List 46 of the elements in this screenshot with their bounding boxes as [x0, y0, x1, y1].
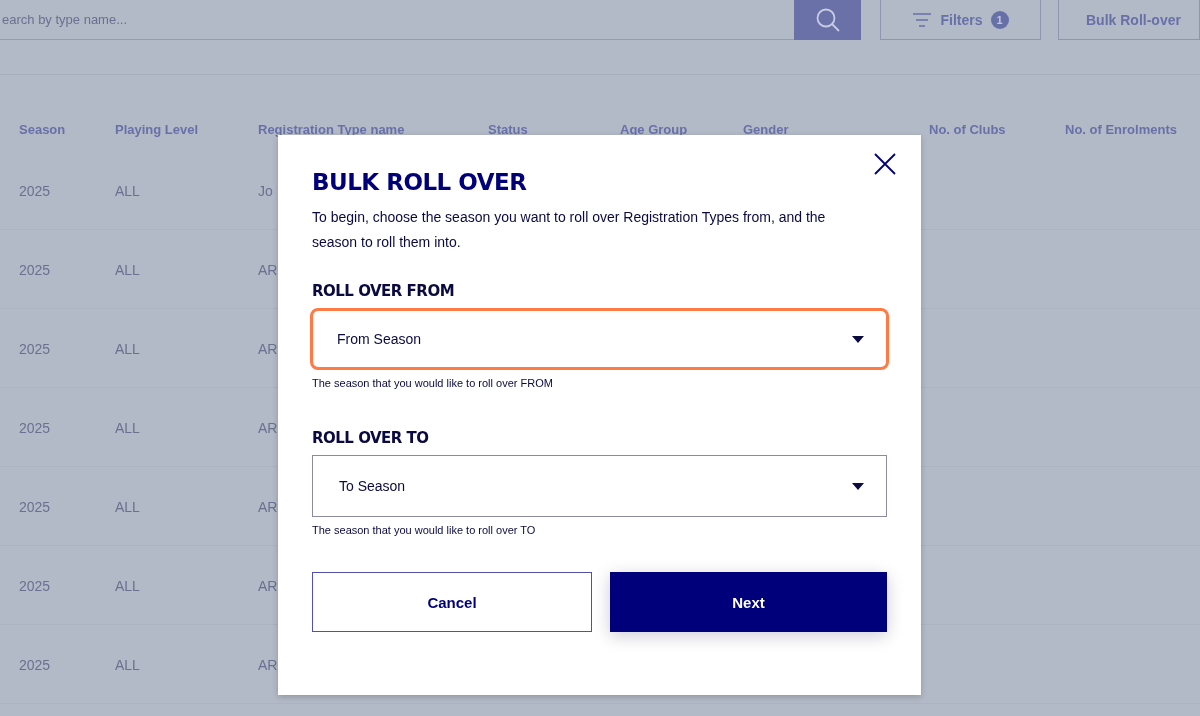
- field-label: ROLL OVER FROM: [312, 282, 456, 300]
- filter-icon: [912, 11, 933, 28]
- field-hint: The season that you would like to roll over FROM: [312, 377, 554, 389]
- table-cell: ALL: [115, 340, 140, 357]
- table-cell: 2025: [19, 656, 51, 673]
- table-cell: AR: [258, 419, 278, 436]
- field-hint: The season that you would like to roll over TO: [312, 524, 537, 536]
- field-label: ROLL OVER TO: [312, 429, 430, 447]
- table-cell: Jo: [258, 182, 273, 199]
- table-cell: ALL: [115, 261, 140, 278]
- table-cell: AR: [258, 577, 278, 594]
- season-dropdown[interactable]: To Season: [312, 455, 887, 517]
- season-dropdown[interactable]: From Season: [310, 308, 889, 370]
- search-button[interactable]: [794, 0, 861, 40]
- table-cell: AR: [258, 261, 278, 278]
- table-cell: 2025: [19, 419, 51, 436]
- next-button[interactable]: Next: [610, 572, 887, 632]
- table-cell: ALL: [115, 656, 140, 673]
- table-cell: 2025: [19, 498, 51, 515]
- caret-icon: [852, 335, 864, 343]
- close-button[interactable]: [873, 152, 897, 176]
- table-cell: AR: [258, 340, 278, 357]
- dialog-title: BULK ROLL OVER: [312, 169, 528, 195]
- column-header: Gender: [743, 122, 790, 139]
- table-cell: AR: [258, 498, 278, 515]
- table-cell: ALL: [115, 577, 140, 594]
- table-cell: ALL: [115, 498, 140, 515]
- column-header: No. of Enrolments: [1065, 122, 1178, 139]
- column-header: Playing Level: [115, 122, 200, 139]
- column-header: Status: [488, 122, 529, 139]
- table-cell: 2025: [19, 340, 51, 357]
- table-cell: ALL: [115, 419, 140, 436]
- table-cell: ALL: [115, 182, 140, 199]
- search-field[interactable]: earch by type name...: [0, 0, 794, 40]
- search-icon: [814, 7, 841, 33]
- close-icon: [873, 152, 897, 176]
- table-cell: 2025: [19, 261, 51, 278]
- caret-icon: [852, 482, 864, 490]
- column-header: No. of Clubs: [929, 122, 1007, 139]
- dialog-description: To begin, choose the season you want to roll over Registration Types from, and the season to roll them into.: [312, 208, 827, 252]
- table-cell: AR: [258, 656, 278, 673]
- column-header: Season: [19, 122, 67, 139]
- table-cell: 2025: [19, 182, 51, 199]
- filter-count-badge: 1: [990, 10, 1009, 29]
- cancel-button[interactable]: Cancel: [312, 572, 592, 632]
- table-cell: 2025: [19, 577, 51, 594]
